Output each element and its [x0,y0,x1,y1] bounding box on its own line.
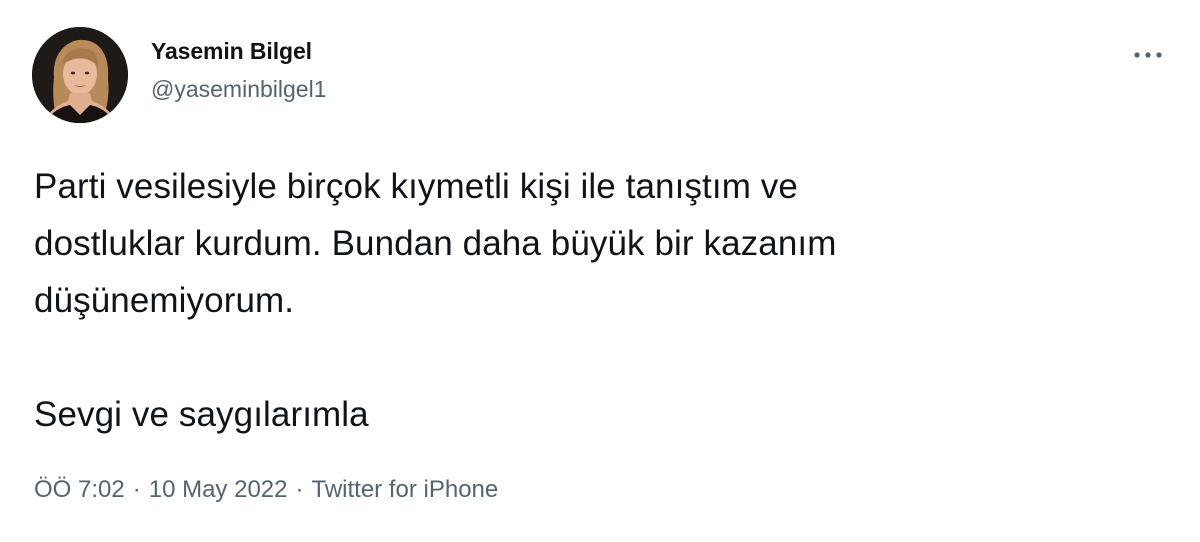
tweet-meta: ÖÖ 7:02 · 10 May 2022 · Twitter for iPhone [34,472,498,508]
tweet-text: Parti vesilesiyle birçok kıymetli kişi i… [34,167,837,434]
more-options-button[interactable] [1126,40,1170,70]
meta-separator: · [295,476,304,503]
meta-separator: · [132,476,141,503]
avatar[interactable] [32,27,128,123]
more-options-icon [1134,52,1162,58]
author-handle[interactable]: @yaseminbilgel1 [151,73,327,105]
tweet-card: Yasemin Bilgel @yaseminbilgel1 Parti ves… [0,0,1200,542]
tweet-source-link[interactable]: Twitter for iPhone [311,476,498,503]
tweet-timestamp-time[interactable]: ÖÖ 7:02 [34,476,125,503]
author-display-name[interactable]: Yasemin Bilgel [151,35,327,67]
tweet-timestamp-date[interactable]: 10 May 2022 [149,476,288,503]
author-info: Yasemin Bilgel @yaseminbilgel1 [151,35,327,105]
profile-photo-icon [32,27,128,123]
